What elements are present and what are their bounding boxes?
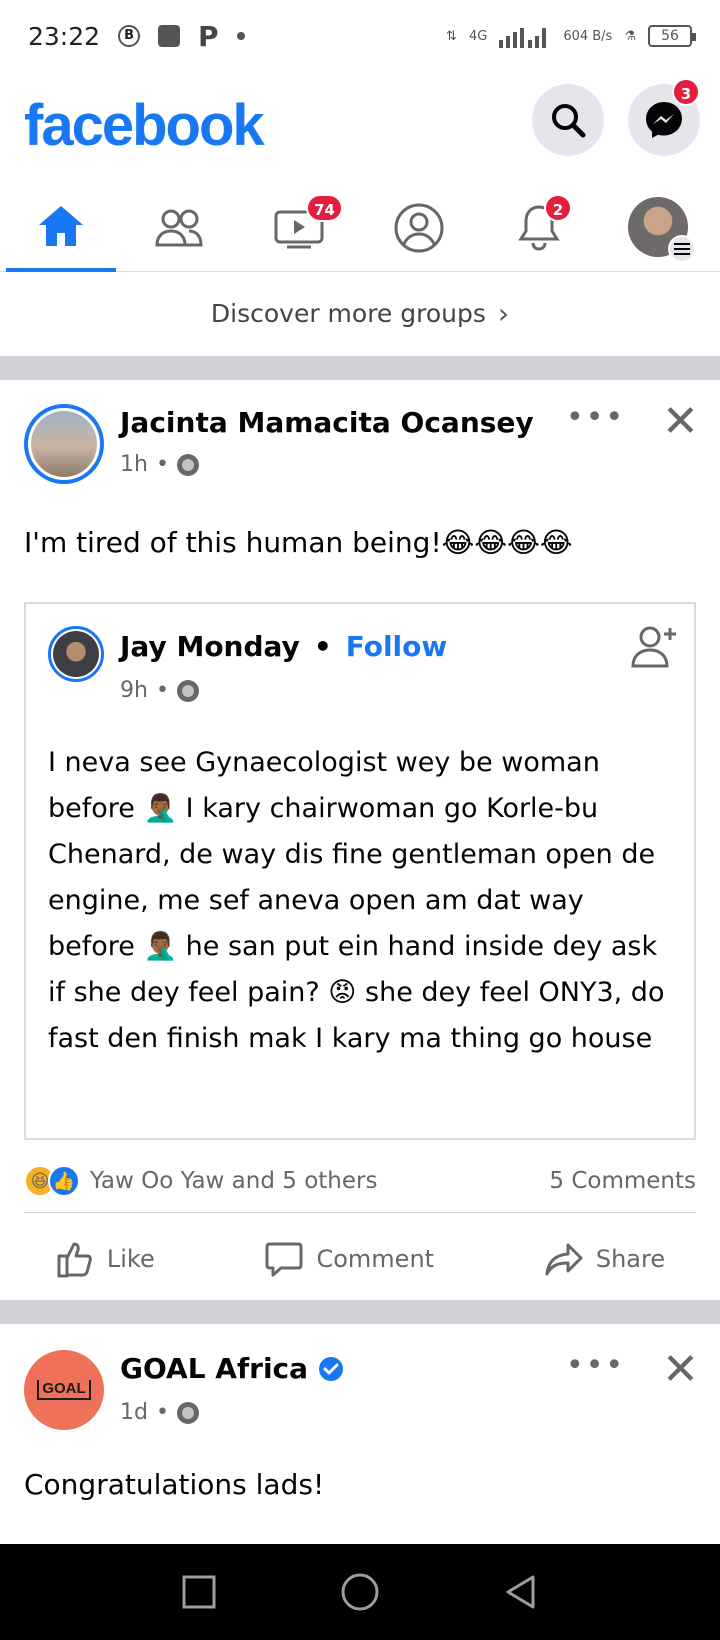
- discover-label: Discover more groups: [210, 298, 486, 328]
- status-right: ⇅ 4G 604 B/s ⚗ 56: [446, 24, 696, 48]
- post-meta: 1d •: [120, 1400, 199, 1425]
- status-time: 23:22: [28, 21, 101, 51]
- back-icon[interactable]: [503, 1574, 539, 1610]
- system-nav-bar: [0, 1544, 720, 1640]
- tab-profile[interactable]: [364, 184, 474, 272]
- like-label: Like: [106, 1245, 155, 1273]
- menu-icon: [668, 235, 696, 263]
- shared-author-name[interactable]: Jay Monday: [120, 630, 300, 663]
- page-name[interactable]: GOAL Africa: [120, 1352, 308, 1385]
- share-icon: [545, 1243, 583, 1276]
- facebook-logo[interactable]: facebook: [24, 92, 265, 159]
- tab-friends[interactable]: [124, 184, 234, 272]
- page-avatar[interactable]: GOAL: [24, 1350, 104, 1430]
- reactions-text[interactable]: Yaw Oo Yaw and 5 others: [90, 1168, 377, 1194]
- like-button[interactable]: Like: [55, 1239, 155, 1279]
- signal-icon: [499, 28, 547, 48]
- globe-icon: [176, 679, 199, 702]
- profile-icon: [394, 203, 444, 253]
- flask-icon: ⚗: [624, 28, 636, 44]
- network-type: 4G: [468, 28, 488, 44]
- post-text: I'm tired of this human being!😂😂😂😂: [24, 526, 573, 559]
- chevron-right-icon: ›: [497, 296, 510, 330]
- post-time[interactable]: 1d: [120, 1400, 148, 1425]
- section-separator: [0, 1300, 720, 1324]
- close-icon[interactable]: ✕: [662, 1348, 699, 1392]
- share-button[interactable]: Share: [544, 1239, 665, 1279]
- b-app-icon: B: [118, 25, 141, 47]
- post-time[interactable]: 1h: [120, 452, 148, 477]
- add-friend-icon[interactable]: [630, 622, 680, 672]
- author-avatar[interactable]: [24, 404, 104, 484]
- shared-author-avatar[interactable]: [48, 626, 104, 682]
- discover-groups-link[interactable]: Discover more groups ›: [0, 274, 720, 352]
- divider: [24, 1212, 696, 1213]
- tab-home[interactable]: [6, 184, 116, 272]
- comments-count[interactable]: 5 Comments: [549, 1168, 696, 1194]
- home-icon: [39, 206, 83, 246]
- globe-icon: [176, 1401, 199, 1424]
- recents-icon[interactable]: [181, 1574, 217, 1610]
- shared-author-row: Jay Monday • Follow: [120, 630, 447, 663]
- close-icon[interactable]: ✕: [662, 400, 699, 444]
- more-options-icon[interactable]: •••: [566, 1348, 625, 1383]
- p-app-icon: P: [198, 19, 219, 53]
- post-author-name[interactable]: Jacinta Mamacita Ocansey: [120, 406, 534, 439]
- post-text: Congratulations lads!: [24, 1468, 325, 1501]
- globe-icon: [176, 453, 199, 476]
- share-label: Share: [595, 1245, 666, 1273]
- verified-badge-icon: [319, 1356, 344, 1381]
- menu-avatar: [628, 197, 696, 263]
- page-name-row: GOAL Africa: [120, 1352, 344, 1385]
- reactions-summary[interactable]: 😆 👍 Yaw Oo Yaw and 5 others 5 Comments: [24, 1156, 696, 1206]
- thumbs-up-icon: [57, 1242, 92, 1278]
- notifications-badge: 2: [544, 194, 572, 222]
- shared-post-time[interactable]: 9h: [120, 678, 148, 703]
- post-card: GOAL GOAL Africa 1d • ••• ✕ Congratulati…: [0, 1324, 720, 1544]
- section-separator: [0, 356, 720, 380]
- data-transfer-icon: ⇅: [446, 28, 457, 44]
- shared-post-text: I neva see Gynaecologist wey be woman be…: [48, 747, 665, 1054]
- comment-label: Comment: [316, 1245, 435, 1273]
- post-card: Jacinta Mamacita Ocansey 1h • ••• ✕ I'm …: [0, 380, 720, 1300]
- messenger-badge: 3: [672, 78, 700, 106]
- more-options-icon[interactable]: •••: [566, 400, 625, 435]
- like-reaction-icon: 👍: [48, 1165, 80, 1197]
- app-header: facebook 3: [0, 78, 720, 180]
- post-actions: Like Comment Share: [0, 1214, 720, 1304]
- comment-button[interactable]: Comment: [264, 1239, 434, 1279]
- status-bar: 23:22 B P ⇅ 4G 604 B/s ⚗ 56: [0, 0, 720, 72]
- goal-logo: GOAL: [37, 1380, 91, 1400]
- messenger-button[interactable]: 3: [628, 78, 700, 156]
- battery-icon: 56: [648, 25, 696, 47]
- tab-watch[interactable]: 74: [244, 184, 354, 272]
- post-meta: 1h •: [120, 452, 199, 477]
- shared-post[interactable]: Jay Monday • Follow 9h • I neva see Gyna…: [24, 602, 696, 1140]
- watch-badge: 74: [306, 194, 343, 222]
- comment-icon: [265, 1242, 303, 1277]
- home-button-icon[interactable]: [340, 1572, 380, 1612]
- search-icon: [552, 104, 586, 138]
- tab-menu[interactable]: [604, 184, 714, 272]
- search-button[interactable]: [532, 84, 604, 156]
- square-app-icon: [158, 25, 181, 47]
- friends-icon: [155, 209, 203, 247]
- tab-notifications[interactable]: 2: [484, 184, 594, 272]
- tab-bar: 74 2: [0, 184, 720, 272]
- network-speed: 604 B/s: [563, 28, 613, 44]
- separator-dot: •: [313, 630, 332, 663]
- dot-icon: [236, 32, 245, 40]
- messenger-icon: [646, 102, 682, 138]
- follow-button[interactable]: Follow: [346, 630, 448, 663]
- shared-post-meta: 9h •: [120, 678, 199, 703]
